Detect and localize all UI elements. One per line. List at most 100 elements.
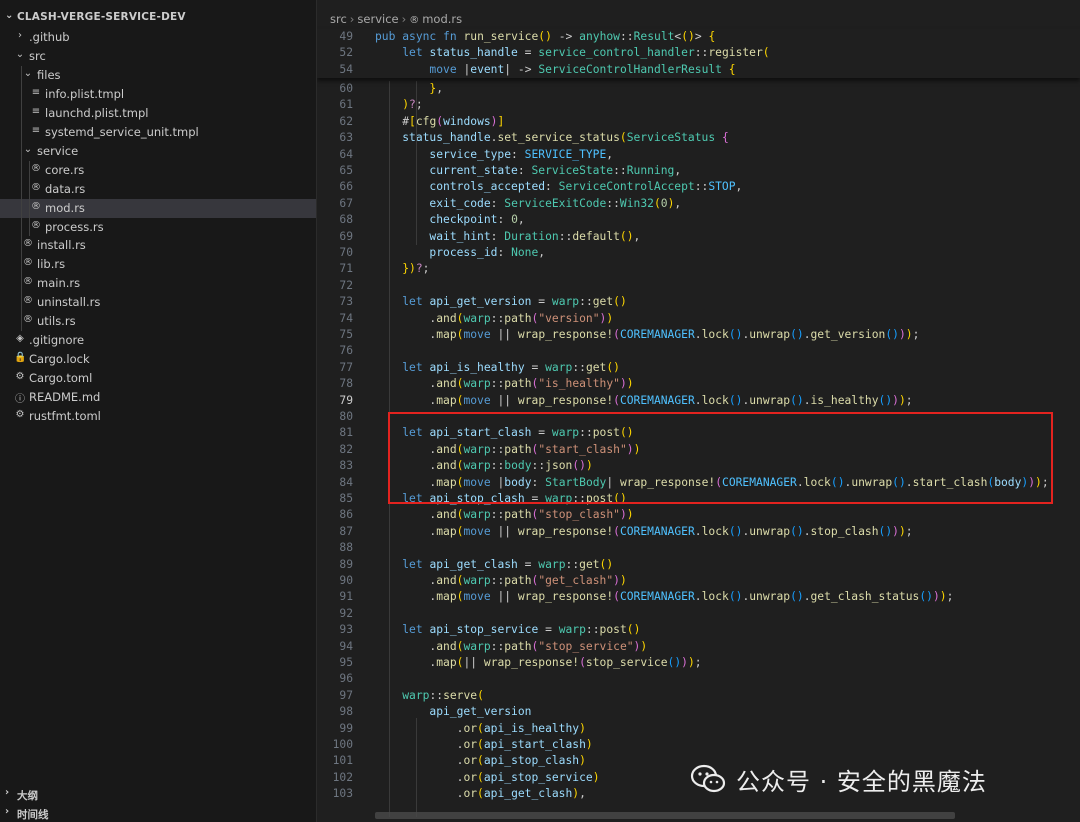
tree-item-label: service — [37, 143, 79, 158]
code-line: 72 — [317, 278, 1080, 294]
line-number: 60 — [339, 82, 353, 95]
tree-file-cargo-toml[interactable]: ⚙ Cargo.toml — [0, 369, 316, 388]
gear-icon: ⚙ — [15, 409, 25, 420]
tree-item-label: Cargo.lock — [29, 352, 90, 367]
line-number: 64 — [339, 147, 353, 161]
code-text: process_id: None, — [429, 246, 546, 259]
line-number: 86 — [339, 508, 353, 522]
tree-file-rustfmt-toml[interactable]: ⚙ rustfmt.toml — [0, 407, 316, 426]
line-number: 94 — [339, 639, 353, 653]
tree-folder-files[interactable]: ⌄ files — [0, 66, 316, 85]
tree-file-readme-md[interactable]: ⓘ README.md — [0, 388, 316, 407]
tree-file-install-rs[interactable]: ® install.rs — [0, 236, 316, 255]
line-number: 97 — [339, 688, 353, 702]
breadcrumb-src[interactable]: src — [330, 12, 347, 26]
line-number: 89 — [339, 557, 353, 571]
line-number: 62 — [339, 114, 353, 128]
tree-file-systemd-service-unit-tmpl[interactable]: ≡ systemd_service_unit.tmpl — [0, 123, 316, 142]
explorer-section-header[interactable]: ⌄ CLASH-VERGE-SERVICE-DEV — [0, 9, 316, 27]
line-number: 72 — [339, 278, 353, 292]
tree-file-process-rs[interactable]: ® process.rs — [0, 218, 316, 237]
code-text: .map(move || wrap_response!(COREMANAGER.… — [429, 590, 954, 604]
tree-folder-github[interactable]: › .github — [0, 28, 316, 47]
line-number: 54 — [339, 62, 353, 76]
tree-item-label: uninstall.rs — [37, 295, 101, 310]
code-text: .and(warp::path("is_healthy")) — [429, 377, 634, 391]
tree-item-label: Cargo.toml — [29, 371, 93, 386]
code-editor[interactable]: src › service › ® mod.rs 49 pub async fn run_s… — [317, 0, 1080, 822]
tree-item-label: launchd.plist.tmpl — [45, 105, 149, 120]
rust-file-icon: ® — [31, 219, 41, 231]
code-line: 70 process_id: None, — [317, 245, 1080, 261]
code-text: move |event| -> ServiceControlHandlerRes… — [429, 62, 736, 76]
line-number: 63 — [339, 131, 353, 145]
code-text: .or(api_stop_clash) — [456, 754, 586, 768]
text-file-icon: ≡ — [31, 86, 41, 98]
tree-item-label: mod.rs — [45, 200, 85, 215]
tree-item-label: systemd_service_unit.tmpl — [45, 124, 199, 139]
code-text: api_get_version — [429, 705, 532, 719]
line-number: 90 — [339, 574, 353, 587]
code-text: .or(api_stop_service) — [456, 770, 600, 784]
breadcrumb-file[interactable]: mod.rs — [422, 12, 462, 26]
tree-item-label: core.rs — [45, 162, 85, 177]
line-number: 88 — [339, 541, 353, 555]
line-number: 75 — [339, 328, 353, 341]
rust-file-icon: ® — [409, 15, 420, 26]
code-text: .or(api_start_clash) — [456, 738, 593, 751]
code-line: 62 #[cfg(windows)] — [317, 114, 1080, 130]
tree-file-mod-rs[interactable]: ® mod.rs — [0, 198, 316, 218]
lock-icon: 🔒 — [14, 352, 27, 364]
code-text: })?; — [402, 262, 430, 276]
code-line: 60 }, — [317, 81, 1080, 97]
tree-file-utils-rs[interactable]: ® utils.rs — [0, 312, 316, 331]
breadcrumb-service[interactable]: service — [357, 12, 398, 26]
chevron-down-icon: ⌄ — [23, 67, 33, 79]
code-text: let api_stop_service = warp::post() — [402, 623, 641, 637]
rust-file-icon: ® — [23, 238, 33, 250]
code-text: service_type: SERVICE_TYPE, — [429, 147, 614, 161]
tree-file-data-rs[interactable]: ® data.rs — [0, 180, 316, 199]
chevron-down-icon: ⌄ — [15, 48, 25, 60]
code-line: 90 .and(warp::path("get_clash")) — [317, 573, 1080, 589]
line-number: 95 — [339, 656, 353, 669]
tree-item-label: lib.rs — [37, 257, 66, 272]
code-line: 77 let api_is_healthy = warp::get() — [317, 360, 1080, 376]
tree-folder-service[interactable]: ⌄ service — [0, 142, 316, 161]
line-number: 70 — [339, 246, 353, 259]
tree-file-lib-rs[interactable]: ® lib.rs — [0, 255, 316, 274]
code-text: .or(api_is_healthy) — [456, 721, 586, 735]
code-text: .and(warp::path("get_clash")) — [429, 574, 627, 587]
code-text: current_state: ServiceState::Running, — [429, 164, 682, 177]
tree-file-cargo-lock[interactable]: 🔒 Cargo.lock — [0, 350, 316, 369]
tree-item-label: README.md — [29, 390, 101, 405]
code-line: 67 exit_code: ServiceExitCode::Win32(0), — [317, 196, 1080, 212]
indent-guide — [416, 81, 417, 245]
rust-file-icon: ® — [31, 181, 41, 193]
rust-file-icon: ® — [31, 200, 41, 212]
line-number: 79 — [339, 393, 353, 407]
tree-file-core-rs[interactable]: ® core.rs — [0, 161, 316, 180]
tree-file-uninstall-rs[interactable]: ® uninstall.rs — [0, 293, 316, 312]
tree-file-info-plist-tmpl[interactable]: ≡ info.plist.tmpl — [0, 85, 316, 104]
tree-file-main-rs[interactable]: ® main.rs — [0, 274, 316, 293]
tree-file-gitignore[interactable]: ◈ .gitignore — [0, 331, 316, 350]
sticky-scroll-header[interactable]: 49 pub async fn run_service() -> anyhow::… — [317, 29, 1080, 78]
rust-file-icon: ® — [23, 295, 33, 307]
chevron-down-icon: ⌄ — [23, 143, 33, 155]
line-number: 81 — [339, 426, 353, 440]
code-line: 69 wait_hint: Duration::default(), — [317, 229, 1080, 245]
watermark-text: 公众号 · 安全的黑魔法 — [736, 768, 987, 796]
chevron-down-icon: ⌄ — [5, 10, 14, 21]
horizontal-scrollbar[interactable] — [375, 812, 955, 819]
line-number: 76 — [339, 344, 353, 358]
tree-file-launchd-plist-tmpl[interactable]: ≡ launchd.plist.tmpl — [0, 104, 316, 123]
code-text: .and(warp::path("stop_clash")) — [429, 508, 634, 522]
line-number: 101 — [332, 754, 353, 768]
line-number: 68 — [339, 213, 353, 227]
code-line: 95 .map(|| wrap_response!(stop_service()… — [317, 655, 1080, 671]
code-line: 86 .and(warp::path("stop_clash")) — [317, 507, 1080, 523]
timeline-panel-header[interactable]: › 时间线 — [0, 805, 316, 822]
tree-folder-src[interactable]: ⌄ src — [0, 47, 316, 66]
outline-panel-header[interactable]: › 大纲 — [0, 786, 316, 804]
